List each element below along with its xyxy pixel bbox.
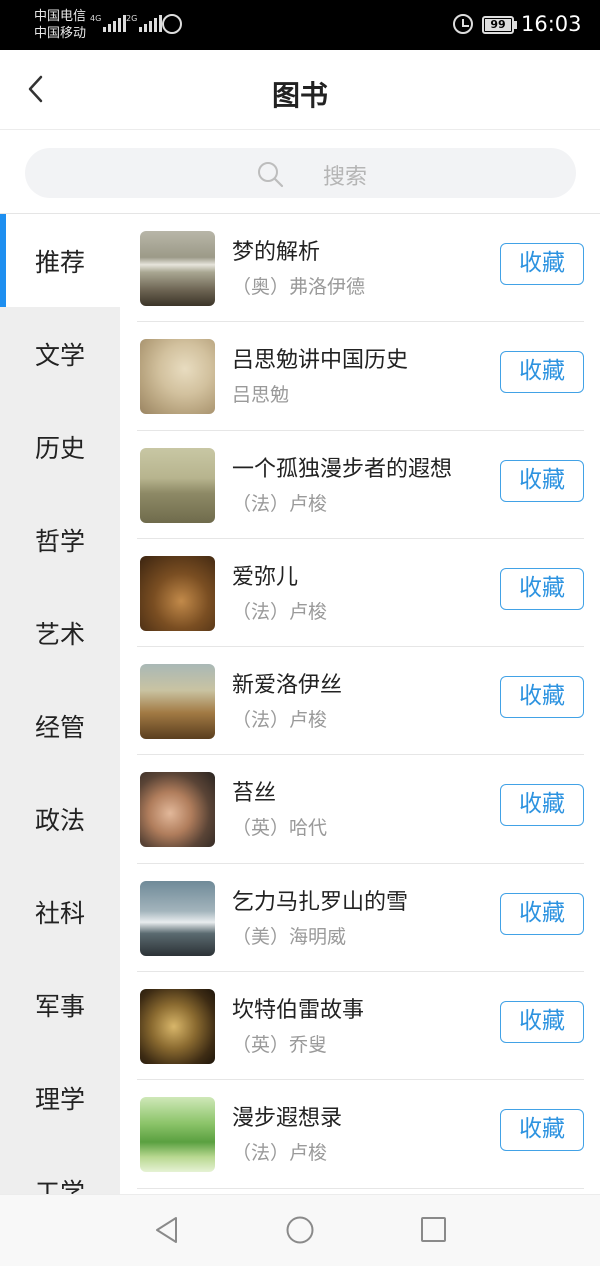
category-label: 社科	[34, 898, 85, 928]
carrier-1: 中国电信	[34, 9, 87, 24]
book-cover	[140, 772, 215, 848]
list-item[interactable]: 爱弥儿 （法）卢梭 收藏	[137, 539, 584, 648]
list-item[interactable]: 漫步遐想录 （法）卢梭 收藏	[137, 1080, 584, 1189]
carrier-2: 中国移动	[34, 26, 87, 41]
square-recent-icon[interactable]	[421, 1217, 446, 1242]
favorite-button[interactable]: 收藏	[500, 784, 584, 827]
book-title: 一个孤独漫步者的遐想	[232, 456, 453, 482]
list-item[interactable]: 新爱洛伊丝 （法）卢梭 收藏	[137, 647, 584, 756]
category-label: 推荐	[34, 247, 85, 277]
category-label: 艺术	[34, 619, 85, 649]
book-author: （法）卢梭	[232, 600, 328, 623]
category-label: 哲学	[34, 526, 85, 556]
signal-1-icon: 4G	[90, 14, 128, 32]
book-title: 新爱洛伊丝	[232, 673, 343, 699]
list-item[interactable]: 坎特伯雷故事 （英）乔叟 收藏	[137, 972, 584, 1081]
favorite-button[interactable]: 收藏	[500, 676, 584, 719]
book-title: 吕思勉讲中国历史	[232, 348, 409, 374]
category-label: 军事	[34, 991, 85, 1021]
book-title: 乞力马扎罗山的雪	[232, 889, 409, 915]
category-label: 历史	[34, 433, 85, 463]
favorite-button[interactable]: 收藏	[500, 1001, 584, 1044]
page-title: 图书	[271, 79, 328, 112]
book-cover	[140, 989, 215, 1065]
book-author: （法）卢梭	[232, 709, 328, 732]
category-engineering[interactable]: 工学	[0, 1144, 120, 1195]
favorite-button[interactable]: 收藏	[500, 567, 584, 610]
search-icon	[258, 162, 284, 188]
favorite-button[interactable]: 收藏	[500, 243, 584, 285]
book-author: （英）哈代	[232, 817, 328, 840]
book-author: （奥）弗洛伊德	[232, 276, 366, 298]
favorite-button[interactable]: 收藏	[500, 892, 584, 935]
category-label: 文学	[34, 340, 85, 370]
list-item[interactable]: 乞力马扎罗山的雪 （美）海明威 收藏	[137, 864, 584, 973]
alarm-icon	[453, 14, 473, 34]
search-bar: 搜索	[0, 130, 600, 214]
battery-cap	[514, 21, 517, 29]
book-author: 吕思勉	[232, 384, 290, 407]
category-philosophy[interactable]: 哲学	[0, 493, 120, 586]
category-sidebar: 推荐 文学 历史 哲学 艺术 经管 政法 社科 军事 理学 工学	[0, 214, 120, 1194]
category-recommended[interactable]: 推荐	[0, 214, 120, 307]
search-input[interactable]: 搜索	[25, 148, 576, 198]
app-header: 图书	[0, 50, 600, 130]
book-author: （美）海明威	[232, 925, 347, 948]
book-author: （法）卢梭	[232, 492, 328, 515]
list-item[interactable]: 一个孤独漫步者的遐想 （法）卢梭 收藏	[137, 431, 584, 539]
signal-2-tag: 2G	[126, 14, 138, 23]
book-title: 坎特伯雷故事	[232, 998, 365, 1024]
book-title: 梦的解析	[232, 240, 321, 265]
book-title: 爱弥儿	[232, 564, 299, 590]
clock: 16:03	[521, 12, 582, 36]
circle-home-icon[interactable]	[285, 1215, 315, 1245]
category-label: 理学	[34, 1084, 85, 1114]
signal-1-tag: 4G	[90, 14, 102, 23]
list-item[interactable]: 吕思勉讲中国历史 吕思勉 收藏	[137, 322, 584, 431]
category-science[interactable]: 理学	[0, 1051, 120, 1144]
book-author: （英）乔叟	[232, 1034, 328, 1057]
triangle-back-icon[interactable]	[152, 1215, 182, 1245]
category-art[interactable]: 艺术	[0, 586, 120, 679]
category-management[interactable]: 经管	[0, 679, 120, 772]
category-law[interactable]: 政法	[0, 772, 120, 865]
book-cover	[140, 447, 215, 523]
book-author: （法）卢梭	[232, 1142, 328, 1165]
book-cover	[140, 555, 215, 631]
category-military[interactable]: 军事	[0, 958, 120, 1051]
category-history[interactable]: 历史	[0, 400, 120, 493]
book-title: 苔丝	[232, 781, 277, 807]
book-cover	[140, 880, 215, 956]
book-cover	[140, 231, 215, 306]
battery-icon: 99	[482, 16, 514, 34]
signal-2-icon: 2G	[126, 14, 164, 32]
category-literature[interactable]: 文学	[0, 307, 120, 400]
book-list: 梦的解析 （奥）弗洛伊德 收藏 吕思勉讲中国历史 吕思勉 收藏 一个孤独漫步者的…	[120, 214, 600, 1194]
hd-voice-icon	[162, 14, 182, 34]
list-item[interactable]: 苔丝 （英）哈代 收藏	[137, 755, 584, 864]
search-placeholder: 搜索	[323, 165, 368, 190]
book-cover	[140, 339, 215, 415]
battery-level: 99	[485, 19, 511, 31]
favorite-button[interactable]: 收藏	[500, 1109, 584, 1152]
system-nav-bar	[0, 1194, 600, 1266]
carrier-labels: 中国电信 中国移动	[34, 8, 86, 42]
list-item[interactable]: 梦的解析 （奥）弗洛伊德 收藏	[137, 214, 584, 323]
favorite-button[interactable]: 收藏	[500, 351, 584, 394]
category-label: 工学	[34, 1177, 85, 1195]
favorite-button[interactable]: 收藏	[500, 459, 584, 502]
book-title: 漫步遐想录	[232, 1106, 343, 1132]
book-cover	[140, 664, 215, 740]
category-label: 经管	[34, 712, 85, 742]
category-label: 政法	[34, 805, 85, 835]
category-social-science[interactable]: 社科	[0, 865, 120, 958]
book-cover	[140, 1097, 215, 1173]
status-bar: 中国电信 中国移动 4G 2G 99 16:03	[0, 0, 600, 50]
